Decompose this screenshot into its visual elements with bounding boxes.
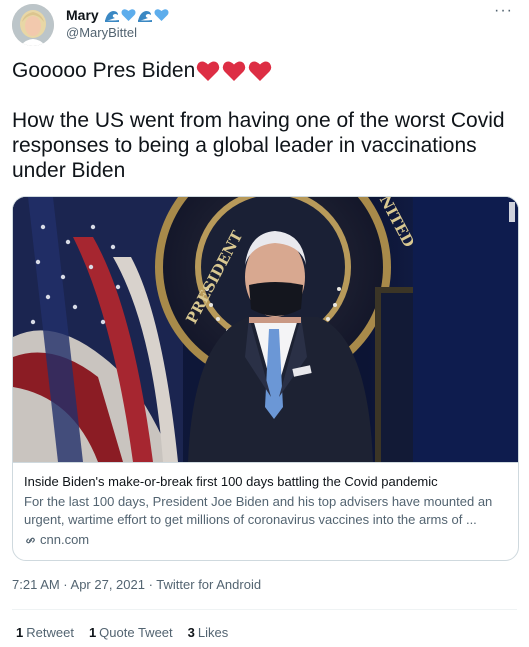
tweet-text: Gooooo Pres Biden How the US went from h…	[12, 58, 517, 183]
quote-tweets-label: Quote Tweet	[99, 625, 173, 640]
retweets-label: Retweet	[26, 625, 74, 640]
tweet-line-1-text: Gooooo Pres Biden	[12, 59, 196, 82]
author-display-name[interactable]: Mary	[66, 6, 169, 24]
card-description-line-2: urgent, wartime effort to get millions o…	[24, 512, 477, 527]
retweets-count: 1	[16, 625, 24, 640]
link-icon	[26, 537, 35, 543]
tweet-hearts	[196, 60, 272, 82]
tweet-stats: 1 Retweet 1 Quote Tweet 3 Likes	[16, 624, 228, 642]
divider	[12, 609, 517, 610]
likes-stat[interactable]: 3 Likes	[188, 624, 229, 642]
card-title[interactable]: Inside Biden's make-or-break first 100 d…	[24, 473, 506, 491]
more-options-icon[interactable]: ···	[494, 3, 513, 19]
avatar-photo	[12, 4, 54, 46]
card-body[interactable]: Inside Biden's make-or-break first 100 d…	[13, 462, 518, 560]
quote-tweets-count: 1	[88, 625, 97, 640]
retweets-stat[interactable]: 1 Retweet	[16, 624, 74, 642]
tweet-timestamp[interactable]: 7:21 AM · Apr 27, 2021 · Twitter for And…	[12, 576, 261, 594]
flag-graphic	[13, 197, 183, 462]
tweet-line-1: Gooooo Pres Biden	[12, 58, 517, 83]
author-name-emojis	[104, 8, 169, 23]
likes-count: 3	[187, 625, 195, 640]
author-name-text: Mary	[66, 7, 99, 23]
biden-photo: PRESIDENT UNITED	[13, 197, 518, 462]
tweet-line-4: under Biden	[12, 159, 126, 182]
card-description-line-1: For the last 100 days, President Joe Bid…	[24, 494, 493, 509]
tweet-line-2: How the US went from having one of the w…	[12, 109, 505, 132]
wave-icon	[137, 10, 152, 22]
blue-heart-icon	[154, 8, 169, 21]
blue-heart-icon	[121, 8, 136, 21]
card-description: For the last 100 days, President Joe Bid…	[24, 493, 506, 529]
author-names: Mary @MaryBittel	[66, 6, 169, 42]
card-domain-text: cnn.com	[40, 532, 90, 547]
author-handle[interactable]: @MaryBittel	[66, 24, 169, 42]
link-card[interactable]: PRESIDENT UNITED Inside Biden's make-or-…	[12, 196, 519, 561]
quote-tweets-stat[interactable]: 1 Quote Tweet	[89, 624, 173, 642]
wave-icon	[104, 10, 119, 22]
card-domain[interactable]: cnn.com	[24, 531, 506, 549]
tweet-line-3: responses to being a global leader in va…	[12, 134, 477, 157]
likes-label: Likes	[197, 625, 229, 640]
tweet-header: Mary @MaryBittel ···	[12, 3, 517, 48]
red-heart-icon	[223, 61, 246, 81]
red-heart-icon	[249, 61, 272, 81]
card-image[interactable]: PRESIDENT UNITED	[13, 197, 518, 462]
red-heart-icon	[197, 61, 220, 81]
avatar[interactable]	[12, 4, 54, 46]
